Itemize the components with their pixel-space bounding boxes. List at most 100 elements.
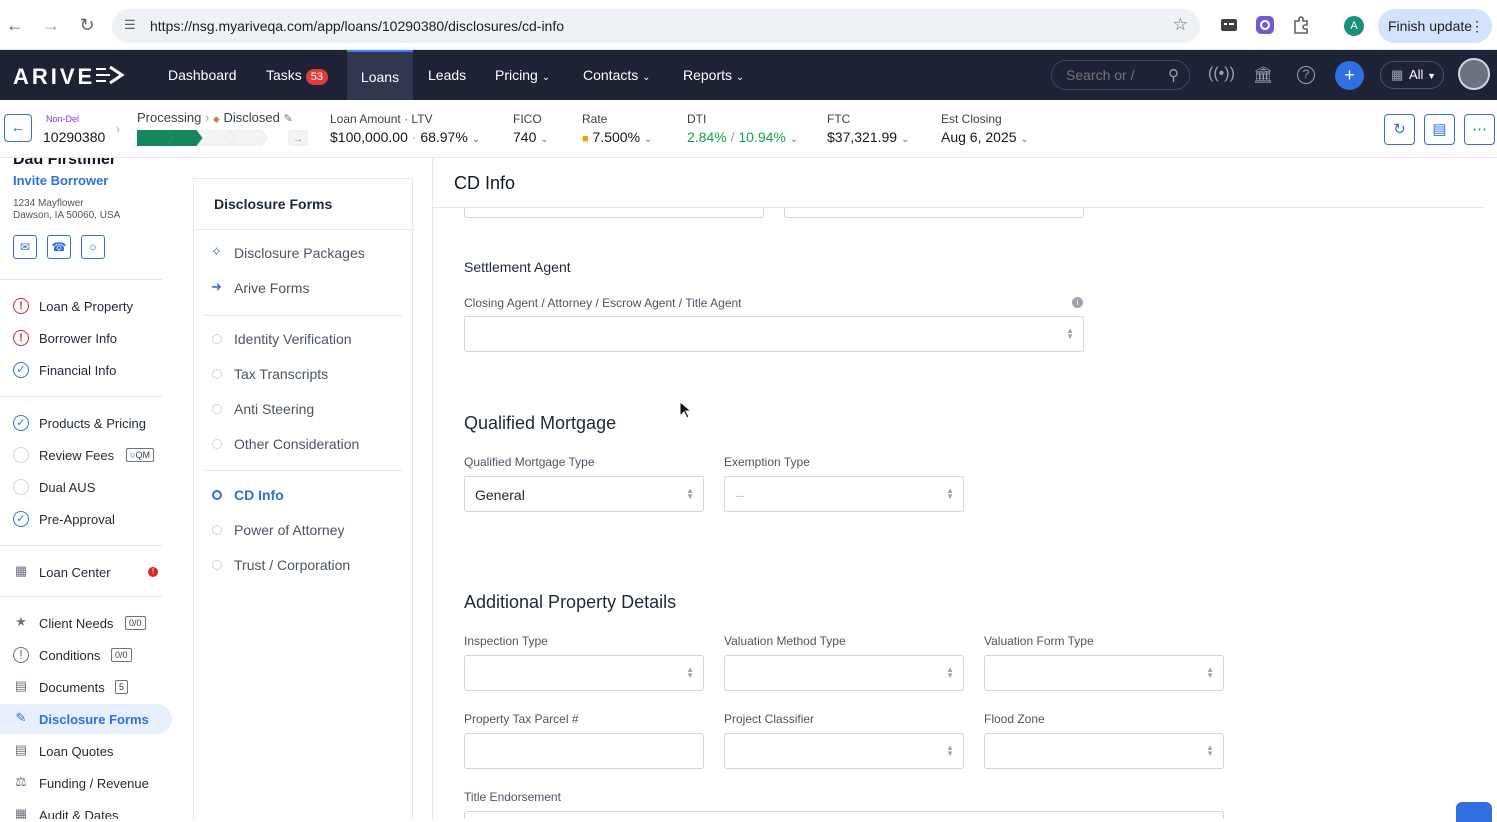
loan-stage[interactable]: Processing › ◆ Disclosed ✎ xyxy=(137,110,293,125)
closing-agent-select[interactable]: ▲ ▼ xyxy=(464,316,1084,352)
alert-dot: ! xyxy=(148,567,158,577)
select-arrows-icon: ▲ ▼ xyxy=(946,486,954,501)
divider xyxy=(0,545,162,546)
more-button[interactable]: ⋯ xyxy=(1464,114,1495,145)
anti-steering-link[interactable]: Anti Steering xyxy=(194,399,412,423)
disclosure-packages-link[interactable]: ✧ Disclosure Packages xyxy=(194,243,412,267)
sidebar-item-pre-approval[interactable]: ✓ Pre-Approval xyxy=(0,504,172,534)
arive-forms-link[interactable]: ➜ Arive Forms xyxy=(194,278,412,302)
flood-zone-select[interactable]: ▲ ▼ xyxy=(984,733,1224,769)
sidebar-item-documents[interactable]: ▤ Documents 5 xyxy=(0,672,172,702)
sidebar-item-conditions[interactable]: ! Conditions 0/0 xyxy=(0,640,172,670)
url-text[interactable]: https://nsg.myariveqa.com/app/loans/1029… xyxy=(150,18,564,34)
invite-borrower-link[interactable]: Invite Borrower xyxy=(13,173,108,188)
fico-value[interactable]: 740 ⌄ xyxy=(513,129,549,145)
sidebar-item-disclosure-forms[interactable]: ✎ Disclosure Forms xyxy=(0,704,172,734)
est-closing-value[interactable]: Aug 6, 2025 ⌄ xyxy=(941,129,1029,145)
nav-loans[interactable]: Loans xyxy=(347,50,413,100)
arive-logo[interactable]: ARIVE xyxy=(13,64,95,90)
chat-icon[interactable]: ○ xyxy=(81,235,105,259)
qm-type-select[interactable]: General ▲ ▼ xyxy=(464,476,704,512)
check-icon: ✓ xyxy=(13,415,29,431)
borrower-name: Dad Firstimer xyxy=(13,158,117,168)
ftc-value[interactable]: $37,321.99 ⌄ xyxy=(827,129,909,145)
signature-icon: ✎ xyxy=(15,710,27,725)
identity-verification-link[interactable]: Identity Verification xyxy=(194,329,412,353)
global-search[interactable]: ⚲ xyxy=(1051,60,1190,90)
chevron-down-icon: ⌄ xyxy=(735,72,745,83)
rate-value[interactable]: ■ 7.500% ⌄ xyxy=(582,129,652,145)
comments-button[interactable]: ▤ xyxy=(1424,114,1455,145)
bank-icon[interactable]: 🏛 xyxy=(1253,65,1273,85)
address-bar[interactable]: ☰ https://nsg.myariveqa.com/app/loans/10… xyxy=(112,9,1200,43)
disclosure-forms-panel: Disclosure Forms ✧ Disclosure Packages ➜ A… xyxy=(193,178,413,819)
title-endorsement-field[interactable] xyxy=(464,811,1224,819)
nav-pricing[interactable]: Pricing ⌄ xyxy=(495,50,550,100)
status-circle-icon xyxy=(212,525,222,535)
nav-contacts[interactable]: Contacts ⌄ xyxy=(583,50,651,100)
broadcast-icon[interactable]: ((•)) xyxy=(1208,65,1235,83)
profile-avatar[interactable]: A xyxy=(1344,16,1364,36)
warning-icon: ! xyxy=(13,298,29,314)
edit-pencil-icon[interactable]: ✎ xyxy=(283,113,292,125)
info-icon[interactable]: i xyxy=(1072,297,1083,308)
other-consideration-link[interactable]: Other Consideration xyxy=(194,434,412,458)
nav-tasks[interactable]: Tasks 53 xyxy=(266,50,329,100)
sidebar-item-loan-property[interactable]: ! Loan & Property xyxy=(0,291,172,321)
project-classifier-label: Project Classifier xyxy=(724,712,815,726)
sidebar-item-financial-info[interactable]: ✓ Financial Info xyxy=(0,355,172,385)
chat-fab-button[interactable] xyxy=(1456,802,1492,822)
nav-reports[interactable]: Reports ⌄ xyxy=(683,50,744,100)
phone-icon[interactable]: ☎ xyxy=(47,235,71,259)
sidebar-item-review-fees[interactable]: Review Fees ○QM xyxy=(0,440,172,470)
bookmark-star-icon[interactable]: ☆ xyxy=(1173,15,1188,35)
additional-property-title: Additional Property Details xyxy=(464,592,677,612)
forward-icon[interactable]: → xyxy=(40,14,62,36)
chevron-down-icon: ⌄ xyxy=(540,134,549,145)
sidebar-item-borrower-info[interactable]: ! Borrower Info xyxy=(0,323,172,353)
status-circle-icon xyxy=(212,404,222,414)
select-arrows-icon: ▲ ▼ xyxy=(686,486,694,501)
trust-corporation-link[interactable]: Trust / Corporation xyxy=(194,555,412,579)
search-input[interactable] xyxy=(1066,67,1156,83)
parcel-input[interactable] xyxy=(464,733,704,769)
sidebar-item-funding-revenue[interactable]: ⚖ Funding / Revenue xyxy=(0,768,172,798)
sidebar-item-loan-center[interactable]: ▦ Loan Center! xyxy=(0,557,172,587)
user-avatar[interactable] xyxy=(1458,58,1490,90)
reload-icon[interactable]: ↻ xyxy=(76,14,98,36)
sidebar-item-dual-aus[interactable]: Dual AUS xyxy=(0,472,172,502)
qualified-mortgage-title: Qualified Mortgage xyxy=(464,413,617,433)
loan-amount-value[interactable]: $100,000.00 · 68.97% ⌄ xyxy=(330,129,480,145)
inspection-type-select[interactable]: ▲ ▼ xyxy=(464,655,704,691)
fico-label: FICO xyxy=(513,112,542,126)
valuation-method-select[interactable]: ▲ ▼ xyxy=(724,655,964,691)
tax-transcripts-link[interactable]: Tax Transcripts xyxy=(194,364,412,388)
add-button[interactable]: + xyxy=(1335,61,1364,90)
sidebar-item-audit-dates[interactable]: ▦ Audit & Dates xyxy=(0,800,172,820)
email-icon[interactable]: ✉ xyxy=(13,235,37,259)
divider xyxy=(204,315,402,316)
puzzle-icon[interactable] xyxy=(1291,15,1311,35)
chevron-down-icon: ⌄ xyxy=(789,134,799,145)
scope-select[interactable]: ▦ All ▼ xyxy=(1380,61,1444,89)
search-icon[interactable]: ⚲ xyxy=(1168,66,1179,84)
ai-extension-icon[interactable] xyxy=(1255,15,1275,35)
exemption-type-select[interactable]: -- ▲ ▼ xyxy=(724,476,964,512)
refresh-button[interactable]: ↻ xyxy=(1384,114,1415,145)
power-of-attorney-link[interactable]: Power of Attorney xyxy=(194,520,412,544)
site-settings-icon[interactable]: ☰ xyxy=(124,17,136,33)
dti-value[interactable]: 2.84% / 10.94% ⌄ xyxy=(687,129,798,145)
finish-update-button[interactable]: Finish update ⋮ xyxy=(1378,9,1492,43)
nav-dashboard[interactable]: Dashboard xyxy=(168,50,237,100)
valuation-form-select[interactable]: ▲ ▼ xyxy=(984,655,1224,691)
nav-leads[interactable]: Leads xyxy=(428,50,466,100)
help-icon[interactable]: ? xyxy=(1297,66,1315,84)
sidebar-item-products-pricing[interactable]: ✓ Products & Pricing xyxy=(0,408,172,438)
back-icon[interactable]: ← xyxy=(4,14,26,36)
project-classifier-select[interactable]: ▲ ▼ xyxy=(724,733,964,769)
sidebar-item-loan-quotes[interactable]: ▤ Loan Quotes xyxy=(0,736,172,766)
back-arrow-button[interactable]: ← xyxy=(4,114,32,142)
cd-info-link[interactable]: CD Info xyxy=(194,485,412,509)
extension-icon[interactable] xyxy=(1219,15,1239,35)
sidebar-item-client-needs[interactable]: ★ Client Needs 0/0 xyxy=(0,608,172,638)
